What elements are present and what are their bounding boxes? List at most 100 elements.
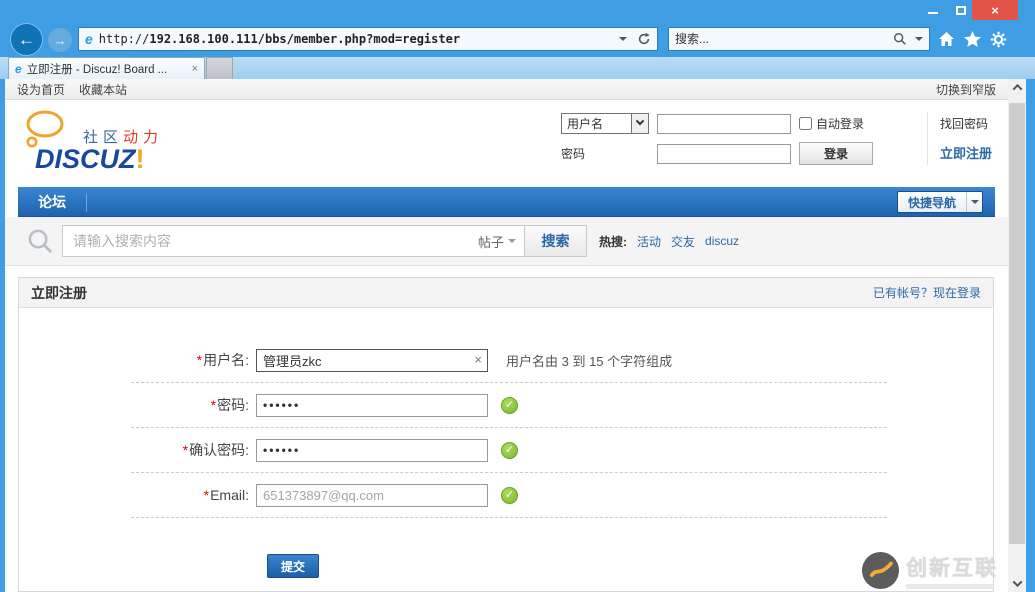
register-form: *用户名: × 用户名由 3 到 15 个字符组成 *密码: ✓ [19,308,993,578]
star-icon [963,31,981,47]
big-search-icon [28,229,53,253]
site-search-button[interactable]: 搜索 [525,225,587,257]
username-hint: 用户名由 3 到 15 个字符组成 [506,353,673,369]
discuz-logo[interactable]: 社区动力 DISCUZ! [19,104,259,184]
quick-nav-arrow-icon[interactable] [966,192,982,212]
gear-icon [990,31,1006,47]
login-password-input[interactable] [656,143,791,164]
title-bar[interactable]: × [0,0,1035,22]
find-password-link[interactable]: 找回密码 [940,115,992,132]
select-arrow-icon [630,114,648,133]
row-separator [131,382,887,383]
browser-nav-bar: ← → e http://192.168.100.111/bbs/member.… [0,22,1035,57]
password-row: *密码: ✓ [19,393,993,417]
close-icon: × [991,2,999,18]
auto-login-label: 自动登录 [815,117,864,131]
favorite-site-link[interactable]: 收藏本站 [79,81,127,98]
url-text[interactable]: http://192.168.100.111/bbs/member.php?mo… [99,32,613,46]
watermark-logo-icon [862,552,899,589]
register-now-link[interactable]: 立即注册 [940,143,992,162]
hot-link-discuz[interactable]: discuz [705,234,739,248]
browser-search-box[interactable] [668,27,930,51]
settings-button[interactable] [988,29,1008,49]
site-header: 社区动力 DISCUZ! 用户名 自动登录 找回密码 立即注册 密码 登录 [5,100,1008,187]
refresh-icon[interactable] [637,32,651,46]
clear-input-icon[interactable]: × [474,352,482,367]
row-separator [131,517,887,518]
chevron-down-icon [1012,577,1022,588]
valid-check-icon: ✓ [501,396,518,414]
email-row: *Email: ✓ [19,483,993,507]
browser-window: × ← → e http://192.168.100.111/bbs/membe… [0,0,1035,592]
back-button[interactable]: ← [11,24,42,55]
confirm-password-label: *确认密码: [182,442,249,458]
hot-link-activity[interactable]: 活动 [637,233,661,250]
login-username-input[interactable] [656,113,791,134]
close-button[interactable]: × [972,0,1018,20]
submit-button[interactable]: 提交 [267,554,320,578]
hot-search-label: 热搜: [599,234,627,249]
chevron-up-icon [1012,83,1022,94]
switch-layout-link[interactable]: 切换到窄版 [936,81,996,98]
search-icon[interactable] [893,32,907,46]
tab-bar: e 立即注册 - Discuz! Board ... × [0,57,1035,79]
site-navbar: 论坛 快捷导航 [18,187,995,217]
scroll-up-button[interactable] [1008,79,1026,96]
vertical-scrollbar[interactable] [1008,79,1026,592]
favorites-button[interactable] [962,29,982,49]
watermark: 创新互联 [862,552,998,589]
login-area: 用户名 自动登录 找回密码 立即注册 密码 登录 [560,112,992,165]
maximize-button[interactable] [948,0,974,20]
hot-search: 热搜: 活动 交友 discuz [599,233,739,250]
valid-check-icon: ✓ [501,486,518,504]
confirm-password-input[interactable] [256,438,488,462]
watermark-brand: 创新互联 [906,557,998,580]
confirm-password-row: *确认密码: ✓ [19,438,993,462]
search-scope-select[interactable]: 帖子 [470,226,524,256]
account-type-select[interactable]: 用户名 [560,113,649,134]
site-search-section: 帖子 搜索 热搜: 活动 交友 discuz [5,217,1008,266]
panel-header: 立即注册 已有帐号？现在登录 [19,278,993,308]
scroll-down-button[interactable] [1008,575,1026,592]
address-bar[interactable]: e http://192.168.100.111/bbs/member.php?… [78,27,658,51]
site-search-input[interactable] [63,226,470,256]
search-dropdown-icon[interactable] [915,37,923,41]
password-label: *密码: [210,397,249,413]
ie-page-icon: e [85,31,93,47]
nav-forum-tab[interactable]: 论坛 [18,187,86,217]
home-button[interactable] [936,29,956,49]
site-search-box: 帖子 [62,225,525,257]
tab-register[interactable]: e 立即注册 - Discuz! Board ... × [8,57,205,79]
username-input[interactable] [256,348,488,372]
minimize-button[interactable] [920,0,946,20]
login-links-column: 找回密码 立即注册 [926,112,992,165]
forward-button[interactable]: → [48,28,72,52]
row-separator [131,472,887,473]
hot-link-friends[interactable]: 交友 [671,233,695,250]
register-panel: 立即注册 已有帐号？现在登录 *用户名: × 用户名由 3 到 15 个字符组成… [18,277,994,592]
tab-close-icon[interactable]: × [192,63,198,75]
scope-arrow-icon [508,239,516,243]
scrollbar-thumb[interactable] [1009,103,1025,544]
watermark-subtext [906,584,994,589]
login-button[interactable]: 登录 [798,142,873,165]
panel-title: 立即注册 [31,284,87,301]
new-tab-button[interactable] [206,57,233,79]
ie-tab-icon: e [15,61,22,76]
quick-nav-button[interactable]: 快捷导航 [896,191,983,213]
auto-login-checkbox[interactable] [798,117,812,130]
page-toolbar: 设为首页 收藏本站 切换到窄版 [5,79,1008,100]
password-input[interactable] [256,393,488,417]
browser-search-input[interactable] [675,32,893,46]
row-separator [131,427,887,428]
email-input[interactable] [256,483,488,507]
valid-check-icon: ✓ [501,441,518,459]
logo-wordmark: DISCUZ! [35,144,145,174]
address-dropdown-icon[interactable] [619,37,627,41]
home-icon [938,32,954,46]
username-label: *用户名: [196,352,249,368]
tab-title: 立即注册 - Discuz! Board ... [26,63,168,76]
have-account-login-link[interactable]: 已有帐号？现在登录 [873,284,981,301]
set-home-link[interactable]: 设为首页 [17,81,65,98]
login-password-label: 密码 [560,147,585,161]
